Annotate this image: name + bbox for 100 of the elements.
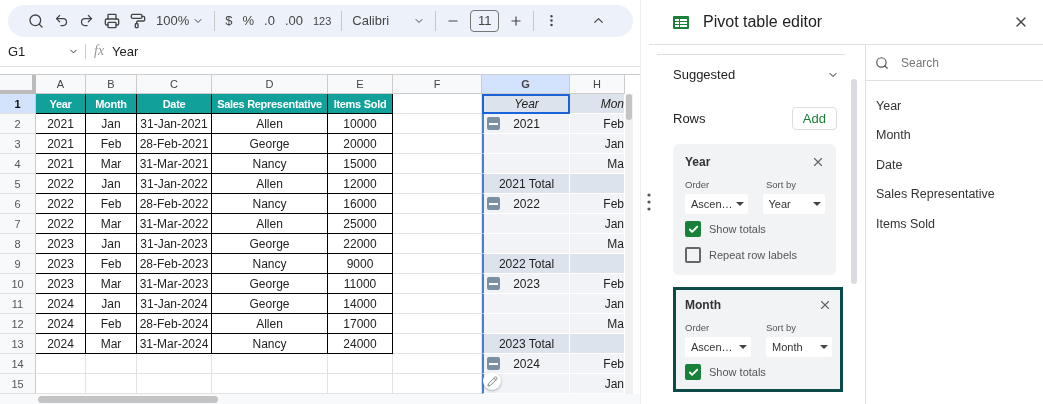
table-cell: 31-Jan-2021 [137,114,212,134]
row-field-card[interactable]: Year Order Sort by Ascen… Year Show totals Repeat row labels [673,144,836,275]
row-number: 6 [0,194,36,214]
row-field-card[interactable]: Month Order Sort by Ascen… Month Show totals [673,287,843,392]
table-cell: 16000 [328,194,393,214]
table-cell: Mar [86,154,137,174]
pivot-cell [570,254,625,274]
header-cell: Items Sold [328,94,393,114]
sheets-icon [673,15,689,29]
column-header[interactable]: B [86,75,137,94]
field-item[interactable]: Sales Representative [876,179,1043,209]
column-header[interactable]: G [482,75,570,94]
paint-format-icon[interactable] [130,12,146,29]
column-header[interactable]: D [212,75,328,94]
table-cell: 2021 [36,114,86,134]
table-cell: 2021 [36,134,86,154]
checkbox[interactable] [685,364,701,380]
pivot-cell: Feb [570,354,625,374]
checkbox[interactable] [685,221,701,237]
collapse-icon[interactable] [487,117,500,130]
row-number: 5 [0,174,36,194]
pivot-cell: Mon [570,94,625,114]
sort-label: Sort by [766,179,798,190]
table-cell: 15000 [328,154,393,174]
close-icon[interactable] [818,298,832,312]
redo-icon[interactable] [79,13,94,29]
font-size-field[interactable]: 11 [470,9,500,32]
column-header[interactable]: E [328,75,393,94]
table-cell: Jan [86,294,137,314]
add-button[interactable]: Add [791,106,837,130]
table-cell: Allen [212,114,328,134]
field-item[interactable]: Year [876,91,1043,121]
increase-decimal[interactable]: .00 [284,13,303,29]
field-item[interactable]: Items Sold [876,209,1043,239]
sort-label: Sort by [766,322,798,333]
horizontal-scrollbar[interactable] [0,394,640,404]
fx-label: fx [94,43,105,60]
column-header[interactable]: H [570,75,625,94]
sort-dropdown[interactable]: Month [766,337,832,357]
pivot-cell: Feb [570,274,625,294]
plus-icon[interactable] [509,13,524,28]
table-cell: Jan [86,234,137,254]
font-dropdown[interactable]: Calibri [352,13,426,29]
check-icon [687,223,699,235]
table-cell: Feb [86,314,137,334]
table-cell: George [212,274,328,294]
row-number: 2 [0,114,36,134]
scroll-thumb[interactable] [851,79,857,284]
table-cell: 28-Feb-2022 [137,194,212,214]
checkbox-label: Repeat row labels [709,249,798,261]
table-cell: 31-Jan-2023 [137,234,212,254]
order-dropdown[interactable]: Ascen… [685,194,748,214]
collapse-icon[interactable] [487,197,500,210]
table-cell: 12000 [328,174,393,194]
column-header[interactable]: C [137,75,212,94]
table-cell: 2024 [36,314,86,334]
zoom-dropdown[interactable]: 100% [156,13,205,29]
percent-format[interactable]: % [242,13,255,29]
table-cell: 2023 [36,234,86,254]
currency-format[interactable]: $ [225,13,233,29]
table-cell: 2022 [36,194,86,214]
column-header[interactable]: A [36,75,86,94]
search-icon [875,55,889,70]
table-cell: Jan [86,174,137,194]
table-cell: 28-Feb-2021 [137,134,212,154]
search-field[interactable]: Search [899,54,1019,71]
table-cell: George [212,234,328,254]
column-header[interactable]: F [393,75,482,94]
header-cell: Month [86,94,137,114]
pivot-cell: Feb [570,194,625,214]
row-number: 1 [0,94,36,114]
field-item[interactable]: Month [876,120,1043,150]
pivot-cell: Ma [570,234,625,254]
number-format[interactable]: 123 [312,14,332,27]
order-label: Order [685,179,711,190]
decrease-decimal[interactable]: .0 [264,13,275,29]
card-title: Month [685,298,721,312]
table-cell: Nancy [212,154,328,174]
collapse-icon[interactable] [487,277,500,290]
pivot-cell: 2023 [482,274,570,294]
sort-dropdown[interactable]: Year [762,194,825,214]
checkbox[interactable] [685,247,701,263]
suggested-section[interactable]: Suggested [657,54,845,94]
pivot-cell [570,334,625,354]
corner-cell [0,75,36,94]
search-icon[interactable] [28,12,44,29]
checkbox-label: Show totals [709,223,766,235]
pivot-cell: 2023 Total [482,334,570,354]
table-cell: 31-Mar-2021 [137,154,212,174]
undo-icon[interactable] [54,13,69,29]
vertical-scrollbar[interactable] [625,94,633,394]
table-cell: 31-Jan-2024 [137,294,212,314]
print-icon[interactable] [104,12,120,29]
collapse-icon[interactable] [487,357,500,370]
close-icon[interactable] [811,155,825,169]
name-box[interactable]: G1 [0,43,86,59]
field-item[interactable]: Date [876,150,1043,180]
table-cell: 2023 [36,274,86,294]
row-number: 9 [0,254,36,274]
order-dropdown[interactable]: Ascen… [685,337,751,357]
